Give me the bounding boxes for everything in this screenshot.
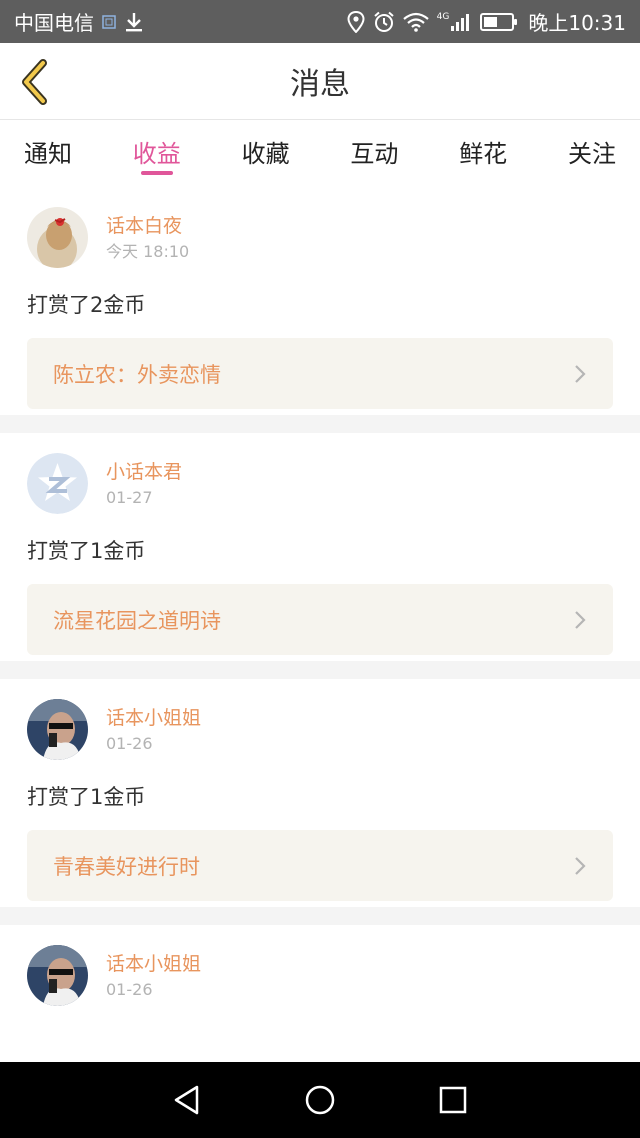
tab-notifications[interactable]: 通知 <box>24 121 72 181</box>
chevron-right-icon <box>575 364 586 383</box>
feed-card: 小话本君 01-27 打赏了1金币 流星花园之道明诗 <box>0 433 640 679</box>
avatar[interactable] <box>27 453 88 514</box>
triangle-back-icon <box>174 1085 198 1115</box>
feed-card: 话本小姐姐 01-26 <box>0 925 640 1062</box>
card-meta: 话本小姐姐 01-26 <box>106 950 201 1002</box>
alarm-icon <box>373 11 395 33</box>
tab-bar: 通知 收益 收藏 互动 鲜花 关注 <box>0 121 640 181</box>
nav-home-button[interactable] <box>295 1075 345 1125</box>
app-header: 消息 <box>0 43 640 120</box>
tab-flowers[interactable]: 鲜花 <box>459 121 507 181</box>
page-title: 消息 <box>290 67 350 102</box>
nav-back-button[interactable] <box>162 1075 212 1125</box>
user-name[interactable]: 话本小姐姐 <box>106 704 201 732</box>
timestamp: 01-26 <box>106 733 153 753</box>
timestamp: 01-27 <box>106 487 153 507</box>
book-link[interactable]: 青春美好进行时 <box>27 830 613 901</box>
carrier-label: 中国电信 <box>14 11 94 35</box>
tab-favorites[interactable]: 收藏 <box>242 121 290 181</box>
circle-home-icon <box>305 1085 335 1115</box>
card-header: 话本小姐姐 01-26 <box>27 945 613 1006</box>
chevron-right-icon <box>575 610 586 629</box>
square-recents-icon <box>440 1086 467 1114</box>
card-header: 话本小姐姐 01-26 <box>27 699 613 760</box>
timestamp: 今天 18:10 <box>106 241 190 261</box>
chevron-right-icon <box>575 856 586 875</box>
card-meta: 话本白夜 今天 18:10 <box>106 212 189 264</box>
avatar[interactable] <box>27 207 88 268</box>
tab-earnings[interactable]: 收益 <box>133 121 181 181</box>
network-label: 4G <box>436 11 450 22</box>
sim-icon <box>102 14 116 29</box>
clock-label: 晚上10:31 <box>528 11 626 35</box>
user-name[interactable]: 话本小姐姐 <box>106 950 201 978</box>
battery-icon <box>480 12 518 31</box>
avatar[interactable] <box>27 945 88 1006</box>
location-icon <box>347 10 365 33</box>
card-meta: 小话本君 01-27 <box>106 458 182 510</box>
wifi-icon <box>402 12 429 32</box>
user-name[interactable]: 小话本君 <box>106 458 182 486</box>
feed-card: 话本白夜 今天 18:10 打赏了2金币 陈立农：外卖恋情 <box>0 187 640 433</box>
nav-recents-button[interactable] <box>428 1075 478 1125</box>
card-header: 小话本君 01-27 <box>27 453 613 514</box>
card-header: 话本白夜 今天 18:10 <box>27 207 613 268</box>
book-title: 陈立农：外卖恋情 <box>53 362 221 387</box>
reward-text: 打赏了1金币 <box>27 785 146 809</box>
avatar[interactable] <box>27 699 88 760</box>
book-link[interactable]: 陈立农：外卖恋情 <box>27 338 613 409</box>
reward-text: 打赏了1金币 <box>27 539 146 563</box>
tab-following[interactable]: 关注 <box>568 121 616 181</box>
tab-interactions[interactable]: 互动 <box>350 121 398 181</box>
reward-text: 打赏了2金币 <box>27 293 146 317</box>
earnings-feed[interactable]: 话本白夜 今天 18:10 打赏了2金币 陈立农：外卖恋情 小话本君 01-27 <box>0 187 640 1062</box>
chevron-left-icon <box>22 59 47 105</box>
download-icon <box>124 11 144 33</box>
feed-card: 话本小姐姐 01-26 打赏了1金币 青春美好进行时 <box>0 679 640 925</box>
system-nav-bar <box>0 1062 640 1138</box>
timestamp: 01-26 <box>106 979 153 999</box>
user-name[interactable]: 话本白夜 <box>106 212 189 240</box>
status-right: 4G 晚上10:31 <box>347 7 626 36</box>
book-link[interactable]: 流星花园之道明诗 <box>27 584 613 655</box>
status-left: 中国电信 <box>14 7 144 36</box>
back-button[interactable] <box>14 57 54 107</box>
signal-icon: 4G <box>437 12 473 32</box>
book-title: 流星花园之道明诗 <box>53 608 221 633</box>
card-meta: 话本小姐姐 01-26 <box>106 704 201 756</box>
battery-level <box>484 16 498 27</box>
status-bar: 中国电信 4G 晚上10:31 <box>0 0 640 43</box>
book-title: 青春美好进行时 <box>53 854 200 879</box>
